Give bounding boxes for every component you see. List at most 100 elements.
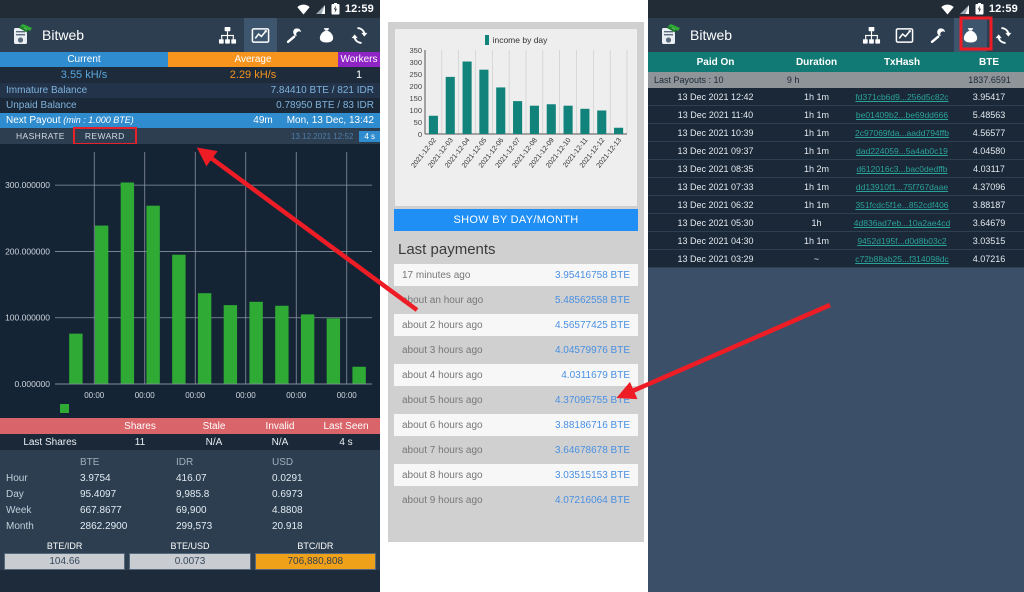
tab-hashrate[interactable]: HASHRATE	[6, 129, 75, 143]
payout-row[interactable]: 13 Dec 2021 05:30 1h 4d836ad7eb...10a2ae4c…	[648, 214, 1024, 232]
payment-item[interactable]: about 5 hours ago 4.37095755 BTE	[394, 389, 638, 411]
payout-txhash[interactable]: 4d836ad7eb...10a2ae4cd	[850, 214, 954, 231]
payout-txhash[interactable]: be01409b2...be69dd666	[850, 106, 954, 123]
payout-bte: 4.37096	[972, 181, 1006, 192]
fx-btc-idr-value: 706,880,808	[254, 553, 376, 570]
legend-swatch-icon	[484, 35, 489, 45]
payout-bte: 3.64679	[972, 217, 1006, 228]
txhash-link[interactable]: 9452d195f...d0d8b03c2	[857, 236, 946, 246]
signal-icon	[315, 4, 326, 15]
right-app-title: Bitweb	[690, 27, 733, 43]
payment-item[interactable]: about 9 hours ago 4.07216064 BTE	[394, 489, 638, 511]
stat-value-workers: 1	[355, 69, 363, 81]
payment-amount: 3.64678678 BTE	[554, 444, 630, 456]
payouts-summary-bte: 1837.6591	[968, 75, 1011, 85]
tab-reward[interactable]: REWARD	[72, 127, 137, 145]
left-app-title: Bitweb	[42, 27, 85, 43]
payouts-header-duration[interactable]: Duration	[783, 52, 850, 72]
payment-item[interactable]: about an hour ago 5.48562558 BTE	[394, 289, 638, 311]
payment-item[interactable]: about 2 hours ago 4.56577425 BTE	[394, 314, 638, 336]
stat-value-average: 2.29 kH/s	[229, 69, 277, 81]
svg-text:350: 350	[409, 46, 422, 55]
payout-row[interactable]: 13 Dec 2021 03:29 ~ c72b88ab25...f314098dc…	[648, 250, 1024, 268]
svg-text:00:00: 00:00	[286, 391, 307, 400]
payout-txhash[interactable]: d612016c3...bac0dedffb	[850, 160, 954, 177]
payout-bte: 5.48563	[972, 109, 1006, 120]
rates-row-day: Day 95.4097 9,985.8 0.6973	[0, 486, 380, 502]
shares-row-lastseen: 4 s	[339, 436, 353, 448]
payment-amount: 4.56577425 BTE	[554, 319, 630, 331]
income-chart-canvas: 0501001502002503003502021-12-022021-12-0…	[409, 46, 628, 169]
moneybag-icon[interactable]	[310, 18, 343, 52]
payout-txhash[interactable]: dad224059...5a4ab0c19	[850, 142, 954, 159]
fx-bte-usd-label: BTE/USD	[170, 541, 210, 551]
show-by-day-month-button[interactable]: SHOW BY DAY/MONTH	[394, 209, 638, 231]
txhash-link[interactable]: fd371cb6d9...256d5c82c	[855, 92, 948, 102]
payout-txhash[interactable]: fd371cb6d9...256d5c82c	[850, 88, 954, 105]
signal-icon	[959, 4, 970, 15]
payout-row[interactable]: 13 Dec 2021 07:33 1h 1m dd13910f1...75f767…	[648, 178, 1024, 196]
shares-header-invalid: Invalid	[265, 420, 295, 432]
payout-txhash[interactable]: 2c97069fda...aadd794ffb	[850, 124, 954, 141]
pickaxe-icon[interactable]	[921, 18, 954, 52]
rates-period-month: Month	[6, 520, 34, 532]
svg-text:0.000000: 0.000000	[15, 379, 51, 389]
network-icon[interactable]	[855, 18, 888, 52]
payout-bte: 3.95417	[972, 91, 1006, 102]
left-reward-chart: 0.000000 100.000000 200.000000 300.000000 00…	[0, 144, 380, 418]
payouts-header-txhash[interactable]: TxHash	[850, 52, 954, 72]
refresh-icon[interactable]	[343, 18, 376, 52]
fx-btc-idr-label: BTC/IDR	[297, 541, 334, 551]
txhash-link[interactable]: dad224059...5a4ab0c19	[856, 146, 948, 156]
txhash-link[interactable]: d612016c3...bac0dedffb	[856, 164, 947, 174]
payout-row[interactable]: 13 Dec 2021 06:32 1h 1m 351fcdc5f1e...852c…	[648, 196, 1024, 214]
payment-item[interactable]: 17 minutes ago 3.95416758 BTE	[394, 264, 638, 286]
payment-item[interactable]: about 7 hours ago 3.64678678 BTE	[394, 439, 638, 461]
payout-txhash[interactable]: 9452d195f...d0d8b03c2	[850, 232, 954, 249]
refresh-icon[interactable]	[987, 18, 1020, 52]
payment-item[interactable]: about 6 hours ago 3.88186716 BTE	[394, 414, 638, 436]
shares-table-header: Shares Stale Invalid Last Seen	[0, 418, 380, 434]
payout-row[interactable]: 13 Dec 2021 09:37 1h 1m dad224059...5a4ab0…	[648, 142, 1024, 160]
txhash-link[interactable]: c72b88ab25...f314098dc	[855, 254, 949, 264]
payout-row[interactable]: 13 Dec 2021 04:30 1h 1m 9452d195f...d0d8b0…	[648, 232, 1024, 250]
txhash-link[interactable]: dd13910f1...75f767daae	[856, 182, 948, 192]
pickaxe-icon[interactable]	[277, 18, 310, 52]
txhash-link[interactable]: be01409b2...be69dd666	[856, 110, 948, 120]
rates-month-idr: 299,573	[176, 520, 213, 532]
payouts-header-bte[interactable]: BTE	[954, 52, 1024, 72]
payout-txhash[interactable]: dd13910f1...75f767daae	[850, 178, 954, 195]
payout-row[interactable]: 13 Dec 2021 08:35 1h 2m d612016c3...bac0de…	[648, 160, 1024, 178]
right-app-bar: Bitweb	[648, 18, 1024, 52]
status-bar-time: 12:59	[344, 3, 374, 15]
svg-text:00:00: 00:00	[185, 391, 206, 400]
txhash-link[interactable]: 2c97069fda...aadd794ffb	[855, 128, 949, 138]
payment-item[interactable]: about 8 hours ago 3.03515153 BTE	[394, 464, 638, 486]
txhash-link[interactable]: 351fcdc5f1e...852cdf406	[855, 200, 948, 210]
network-icon[interactable]	[211, 18, 244, 52]
right-toolbar	[855, 18, 1020, 52]
chart-icon[interactable]	[888, 18, 921, 52]
payment-item[interactable]: about 3 hours ago 4.04579976 BTE	[394, 339, 638, 361]
txhash-link[interactable]: 4d836ad7eb...10a2ae4cd	[854, 218, 950, 228]
payout-row[interactable]: 13 Dec 2021 12:42 1h 1m fd371cb6d9...256d5…	[648, 88, 1024, 106]
payout-txhash[interactable]: c72b88ab25...f314098dc	[850, 250, 954, 267]
rates-week-idr: 69,900	[176, 504, 207, 516]
rates-hour-usd: 0.0291	[272, 472, 303, 484]
chart-icon[interactable]	[244, 18, 277, 52]
rates-day-usd: 0.6973	[272, 488, 303, 500]
moneybag-icon[interactable]	[954, 18, 987, 52]
shares-row-label: Last Shares	[23, 436, 77, 448]
payment-amount: 4.0311679 BTE	[561, 369, 630, 381]
payment-item[interactable]: about 4 hours ago 4.0311679 BTE	[394, 364, 638, 386]
payout-row[interactable]: 13 Dec 2021 10:39 1h 1m 2c97069fda...aadd7…	[648, 124, 1024, 142]
payout-txhash[interactable]: 351fcdc5f1e...852cdf406	[850, 196, 954, 213]
payouts-header-paid-on[interactable]: Paid On	[648, 52, 783, 72]
last-payments-list: 17 minutes ago 3.95416758 BTE about an hou…	[394, 264, 638, 511]
immature-balance-label: Immature Balance	[6, 85, 88, 96]
payout-paid-on: 13 Dec 2021 05:30	[677, 217, 754, 228]
right-status-bar-time: 12:59	[988, 3, 1018, 15]
rates-day-idr: 9,985.8	[176, 488, 210, 500]
stat-value-current: 3.55 kH/s	[60, 69, 108, 81]
payout-row[interactable]: 13 Dec 2021 11:40 1h 1m be01409b2...be69dd…	[648, 106, 1024, 124]
